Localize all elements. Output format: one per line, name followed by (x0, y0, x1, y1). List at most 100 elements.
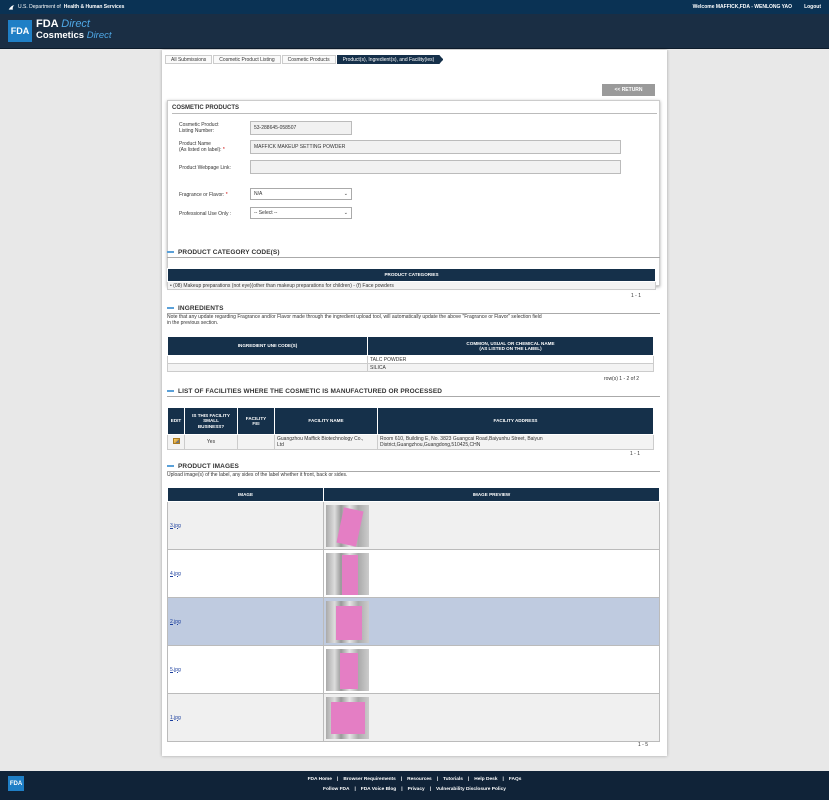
image-link-1[interactable]: 1.jpg (170, 715, 181, 721)
cosmetic-products-panel: COSMETIC PRODUCTS Cosmetic Product Listin… (167, 100, 660, 286)
col-image: IMAGE (167, 487, 324, 502)
table-row: 1.jpg (167, 693, 660, 742)
images-pager: 1 - 5 (638, 742, 649, 748)
ingredients-pager: row(s) 1 - 2 of 2 (604, 376, 640, 382)
table-row: 3.jpg (167, 501, 660, 550)
site-header: FDA FDA Direct Cosmetics Direct (0, 14, 829, 49)
col-chemical-name: COMMON, USUAL OR CHEMICAL NAME (AS LISTED… (367, 336, 654, 356)
ingredients-section-header: INGREDIENTS (167, 304, 660, 312)
breadcrumb-all-submissions[interactable]: All Submissions (165, 55, 213, 64)
image-link-5[interactable]: 5.jpg (170, 667, 181, 673)
table-row: • (08) Makeup preparations (not eye)(oth… (167, 281, 656, 290)
main-content: All Submissions Cosmetic Product Listing… (162, 50, 667, 756)
footer-link-help-desk[interactable]: Help Desk (474, 777, 497, 782)
welcome-text: Welcome MAFFICK,FDA - WENLONG YAO (692, 4, 793, 10)
facility-address: Room 610, Building E, No. 3823 Guangcai … (377, 434, 654, 450)
table-row: 4.jpg (167, 549, 660, 598)
ingredients-table: INGREDIENT UNII CODE(S) COMMON, USUAL OR… (167, 336, 654, 372)
footer-link-resources[interactable]: Resources (407, 777, 432, 782)
hhs-prefix: U.S. Department of (18, 4, 61, 10)
hhs-banner: U.S. Department of Health & Human Servic… (8, 4, 124, 11)
table-row: 5.jpg (167, 645, 660, 694)
footer-link-vulnerability[interactable]: Vulnerability Disclosure Policy (436, 787, 506, 792)
site-footer: FDA FDA Home | Browser Requirements | Reso… (0, 771, 829, 800)
footer-links-row1: FDA Home | Browser Requirements | Resource… (307, 777, 522, 782)
footer-link-voice-blog[interactable]: FDA Voice Blog (361, 787, 396, 792)
logout-link[interactable]: Logout (804, 4, 821, 10)
col-edit: EDIT (167, 407, 185, 435)
breadcrumb-product-listing[interactable]: Cosmetic Product Listing (213, 55, 281, 64)
product-name-field[interactable]: MAFFICK MAKEUP SETTING POWDER (250, 140, 621, 154)
footer-link-tutorials[interactable]: Tutorials (443, 777, 463, 782)
fragrance-select[interactable]: N/A ⌄ (250, 188, 352, 200)
product-image-preview[interactable] (326, 648, 369, 691)
listing-number-label: Cosmetic Product Listing Number: (179, 122, 219, 134)
table-row: 2.jpg (167, 597, 660, 646)
webpage-link-field[interactable] (250, 160, 621, 174)
hhs-name: Health & Human Services (63, 4, 125, 10)
ingredients-note: Note that any update regarding Fragrance… (167, 314, 542, 326)
professional-use-label: Professional Use Only : (179, 211, 232, 217)
col-facility-address: FACILITY ADDRESS (377, 407, 654, 435)
footer-links-row2: Follow FDA | FDA Voice Blog | Privacy | Vul… (323, 787, 506, 792)
col-small-business: IS THIS FACILITY SMALL BUSINESS? (184, 407, 238, 435)
table-row: TALC POWDER (167, 355, 654, 364)
fragrance-label: Fragrance or Flavor: * (179, 192, 228, 198)
image-link-4[interactable]: 4.jpg (170, 571, 181, 577)
footer-link-fda-home[interactable]: FDA Home (308, 777, 332, 782)
facility-name: Guangzhou Maffick Biotechnology Co., Ltd (274, 434, 378, 450)
panel-title: COSMETIC PRODUCTS (172, 105, 240, 111)
product-image-preview[interactable] (326, 552, 369, 595)
return-button[interactable]: << RETURN (602, 84, 655, 96)
breadcrumb-cosmetic-products[interactable]: Cosmetic Products (281, 55, 336, 64)
product-image-preview[interactable] (326, 696, 369, 739)
chevron-down-icon: ⌄ (343, 191, 348, 197)
category-section-header: PRODUCT CATEGORY CODE(S) (167, 248, 660, 256)
images-section-header: PRODUCT IMAGES (167, 462, 660, 470)
professional-use-value: -- Select -- (254, 210, 278, 216)
fda-logo[interactable]: FDA (8, 20, 32, 42)
category-row-text: (08) Makeup preparations (not eye)(other… (173, 282, 394, 289)
ingredient-name: SILICA (367, 363, 654, 372)
chevron-down-icon: ⌄ (343, 210, 348, 216)
footer-link-follow-fda[interactable]: Follow FDA (323, 787, 349, 792)
edit-icon[interactable] (172, 438, 180, 444)
top-bar: U.S. Department of Health & Human Servic… (0, 0, 829, 14)
category-section-title: PRODUCT CATEGORY CODE(S) (178, 248, 280, 256)
product-name-label: Product Name (As listed on label): * (179, 141, 225, 153)
professional-use-select[interactable]: -- Select -- ⌄ (250, 207, 352, 219)
image-link-2[interactable]: 2.jpg (170, 619, 181, 625)
product-image-preview[interactable] (326, 504, 369, 547)
ingredient-name: TALC POWDER (367, 355, 654, 364)
brand-direct-2: Direct (86, 30, 112, 41)
fei-value (237, 434, 275, 450)
listing-number-field[interactable]: 53-288645-058507 (250, 121, 352, 135)
footer-link-privacy[interactable]: Privacy (408, 787, 425, 792)
facilities-section-header: LIST OF FACILITIES WHERE THE COSMETIC IS… (167, 387, 660, 395)
hhs-eagle-icon (8, 4, 15, 10)
breadcrumb-current: Product(s), Ingredient(s), and Facility(… (337, 55, 444, 64)
brand-cosmetics: Cosmetics (36, 30, 85, 41)
small-business-value: Yes (184, 434, 238, 450)
image-link-3[interactable]: 3.jpg (170, 523, 181, 529)
footer-link-browser[interactable]: Browser Requirements (343, 777, 396, 782)
brand-fda: FDA (36, 18, 59, 30)
facilities-section-title: LIST OF FACILITIES WHERE THE COSMETIC IS… (178, 387, 443, 395)
webpage-link-label: Product Webpage Link: (179, 165, 231, 171)
category-header: PRODUCT CATEGORIES (167, 268, 656, 282)
col-facility-name: FACILITY NAME (274, 407, 378, 435)
product-image-preview[interactable] (326, 600, 369, 643)
images-section-title: PRODUCT IMAGES (178, 462, 239, 470)
fragrance-value: N/A (254, 191, 263, 197)
table-row: SILICA (167, 363, 654, 372)
images-note: Upload image(s) of the label, any sides … (167, 472, 348, 478)
col-image-preview: IMAGE PREVIEW (323, 487, 660, 502)
category-table: PRODUCT CATEGORIES • (08) Makeup prepara… (167, 268, 656, 290)
col-unii: INGREDIENT UNII CODE(S) (167, 336, 368, 356)
brand-direct: Direct (61, 18, 90, 30)
brand-title: FDA Direct Cosmetics Direct (36, 18, 112, 42)
images-table: IMAGE IMAGE PREVIEW 3.jpg 4.jpg 2.jpg 5.… (167, 487, 660, 742)
footer-link-faqs[interactable]: FAQs (509, 777, 522, 782)
breadcrumb: All Submissions Cosmetic Product Listing… (165, 55, 444, 64)
table-row: Yes Guangzhou Maffick Biotechnology Co.,… (167, 434, 654, 450)
